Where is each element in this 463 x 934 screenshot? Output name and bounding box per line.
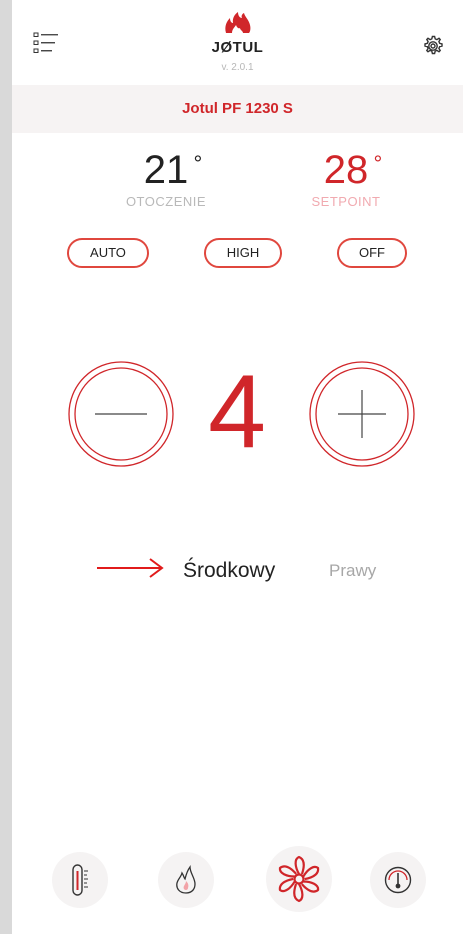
setpoint-temperature-label: SETPOINT xyxy=(311,194,381,209)
device-model-name: Jotul PF 1230 S xyxy=(182,100,293,117)
thermometer-icon xyxy=(72,864,88,896)
ambient-temperature-number: 21 xyxy=(143,148,189,192)
nav-temperature-circle xyxy=(52,852,108,908)
gear-icon xyxy=(424,35,443,55)
nav-temperature[interactable] xyxy=(52,852,108,908)
mode-auto-button[interactable]: AUTO xyxy=(67,238,149,268)
nav-fan-circle xyxy=(266,846,332,912)
app-screen: JØTUL v. 2.0.1 Jotul PF 1230 S 21 ° OTOCZ… xyxy=(12,0,463,934)
ambient-temperature: 21 ° OTOCZENIE xyxy=(86,148,246,209)
minus-icon xyxy=(68,361,174,467)
increase-power-button[interactable] xyxy=(308,360,416,468)
decrease-power-button[interactable] xyxy=(67,360,175,468)
degree-symbol: ° xyxy=(373,151,383,176)
settings-button[interactable] xyxy=(421,34,445,58)
nav-gauge[interactable] xyxy=(370,852,426,908)
degree-symbol: ° xyxy=(193,151,203,176)
setpoint-temperature-number: 28 xyxy=(323,148,369,192)
fan-option-right[interactable]: Prawy xyxy=(329,561,376,581)
brand-name: JØTUL xyxy=(211,39,264,56)
nav-gauge-circle xyxy=(370,852,426,908)
app-version: v. 2.0.1 xyxy=(221,62,254,73)
nav-flame-circle xyxy=(158,852,214,908)
nav-flame[interactable] xyxy=(158,852,214,908)
plus-icon xyxy=(309,361,415,467)
mode-high-button[interactable]: HIGH xyxy=(204,238,282,268)
setpoint-temperature[interactable]: 28 ° SETPOINT xyxy=(266,148,426,209)
nav-fan[interactable] xyxy=(266,846,332,912)
flame-logo-icon xyxy=(224,12,250,33)
mode-off-button[interactable]: OFF xyxy=(337,238,407,268)
fan-option-middle[interactable]: Środkowy xyxy=(183,559,275,583)
setpoint-temperature-value: 28 ° xyxy=(323,148,383,192)
ambient-temperature-value: 21 ° xyxy=(143,148,203,192)
brand-logo: JØTUL xyxy=(12,12,463,56)
gauge-icon xyxy=(384,866,412,894)
fan-icon xyxy=(278,855,320,903)
ambient-temperature-label: OTOCZENIE xyxy=(125,194,207,209)
device-model-bar: Jotul PF 1230 S xyxy=(12,85,463,133)
flame-icon xyxy=(176,865,196,894)
arrow-right-icon xyxy=(97,558,164,578)
selection-arrow xyxy=(95,556,165,580)
power-level-value: 4 xyxy=(208,354,266,470)
